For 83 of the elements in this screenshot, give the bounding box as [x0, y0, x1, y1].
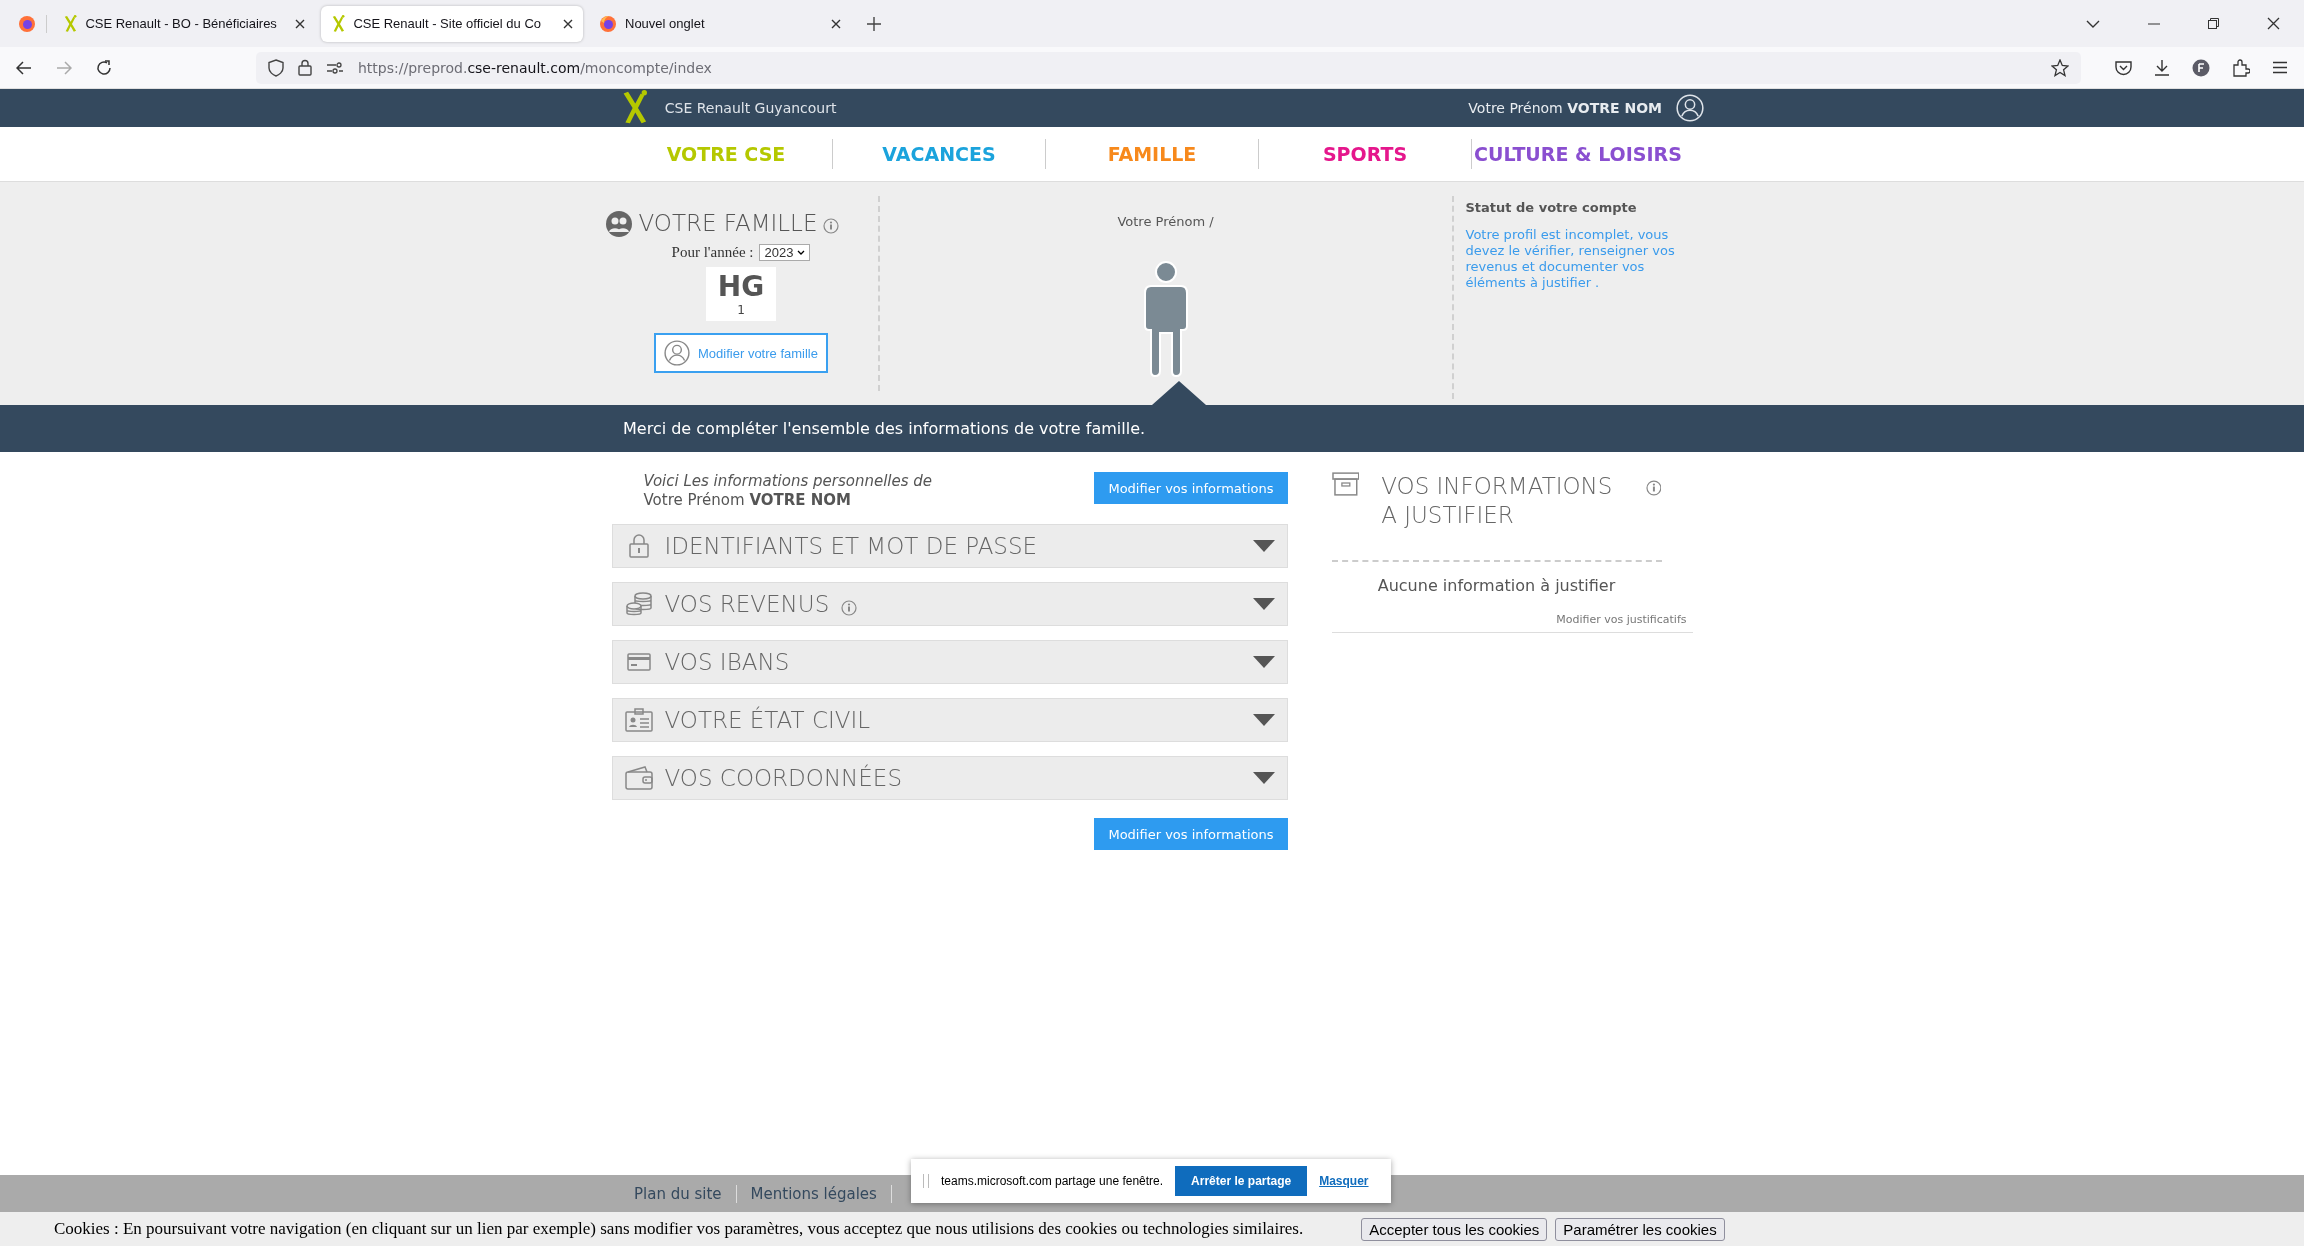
status-title: Statut de votre compte — [1465, 200, 1638, 215]
drag-handle[interactable] — [923, 1174, 929, 1188]
cookie-settings-button[interactable]: Paramétrer les cookies — [1555, 1217, 1725, 1241]
empty-message: Aucune information à justifier — [1376, 576, 1617, 595]
hide-link[interactable]: Masquer — [1319, 1174, 1369, 1188]
user-name[interactable]: Votre Prénom VOTRE NOM — [1468, 100, 1662, 116]
address-bar[interactable]: https://preprod.cse-renault.com/moncompte/index — [256, 51, 2081, 84]
profile-icon[interactable] — [2192, 58, 2210, 77]
url-text: https://preprod.cse-renault.com/moncompte/index — [358, 59, 713, 76]
accept-cookies-button[interactable]: Accepter tous les cookies — [1361, 1217, 1548, 1241]
info-icon[interactable] — [823, 218, 840, 234]
stop-sharing-button[interactable]: Arrêter le partage — [1175, 1166, 1308, 1196]
user-icon — [664, 340, 691, 366]
family-icon — [604, 210, 633, 238]
caret-icon[interactable] — [1252, 714, 1275, 726]
card-icon — [626, 653, 651, 671]
close-icon[interactable] — [295, 18, 305, 29]
accordion-header[interactable]: VOS IBANS — [611, 640, 1288, 684]
back-icon[interactable] — [16, 60, 32, 75]
accordion-header[interactable]: VOTRE ÉTAT CIVIL — [611, 698, 1288, 742]
browser-tab[interactable]: CSE Renault - BO - Bénéficiaires — [53, 5, 315, 42]
caret-icon[interactable] — [1252, 772, 1275, 784]
person-figure-icon — [1142, 261, 1189, 377]
close-icon[interactable] — [563, 18, 573, 29]
edit-family-button[interactable]: Modifier votre famille — [654, 333, 828, 373]
logo-icon — [331, 14, 346, 33]
nav-link[interactable]: SPORTS — [1259, 139, 1472, 169]
padlock-icon — [626, 533, 651, 559]
wallet-icon — [624, 766, 653, 790]
info-icon[interactable] — [841, 600, 858, 616]
browser-tab[interactable]: CSE Renault - Site officiel du Co — [321, 5, 583, 42]
section-title: VOS INFORMATIONS A JUSTIFIER — [1381, 472, 1614, 530]
footer-link[interactable]: Plan du site — [620, 1184, 737, 1203]
plus-icon[interactable] — [867, 16, 881, 31]
edit-info-button[interactable]: Modifier vos informations — [1094, 472, 1288, 504]
star-icon[interactable] — [2051, 58, 2069, 77]
banner-message: Merci de compléter l'ensemble des informations de votre famille. — [623, 419, 1146, 438]
site-name[interactable]: CSE Renault Guyancourt — [664, 100, 837, 116]
shield-icon[interactable] — [268, 58, 284, 77]
edit-documents-link[interactable]: Modifier vos justificatifs — [1556, 613, 1687, 626]
browser-logo-icon — [599, 14, 617, 33]
footer-link[interactable]: Mentions légales — [736, 1184, 892, 1203]
nav-link[interactable]: CULTURE & LOISIRS — [1472, 139, 1684, 169]
accordion-header[interactable]: VOS COORDONNÉES — [611, 756, 1288, 800]
menu-icon[interactable] — [2272, 61, 2288, 74]
year-select[interactable]: 2023 — [759, 244, 811, 261]
cookie-notice: Cookies : En poursuivant votre navigation (en cliquant sur un lien par exemple) sans modifier vos paramètres, vous acceptez que nous utilisions des cookies ou technologies similaires. — [54, 1219, 1304, 1239]
caret-icon[interactable] — [1252, 598, 1275, 610]
caret-icon[interactable] — [1252, 540, 1275, 552]
user-icon — [1676, 94, 1704, 122]
close-icon[interactable] — [2267, 17, 2280, 30]
restore-icon[interactable] — [2208, 18, 2219, 29]
accordion-header[interactable]: VOS REVENUS — [611, 582, 1288, 626]
puzzle-icon[interactable] — [2232, 58, 2250, 77]
permissions-icon[interactable] — [326, 61, 344, 74]
accordion-header[interactable]: IDENTIFIANTS ET MOT DE PASSE — [611, 524, 1288, 568]
section-title: VOTRE FAMILLE — [638, 210, 818, 236]
minimize-icon[interactable] — [2148, 22, 2160, 25]
logo-icon — [63, 14, 78, 33]
member-card[interactable]: HG 1 — [706, 267, 776, 321]
coins-icon — [624, 591, 653, 617]
caret-icon[interactable] — [1252, 656, 1275, 668]
member-count: 1 — [737, 303, 745, 317]
browser-logo-icon[interactable] — [18, 14, 36, 33]
info-icon[interactable] — [1645, 480, 1662, 496]
member-initials: HG — [717, 271, 765, 303]
intro-text: Voici Les informations personnelles de Votre Prénom VOTRE NOM — [643, 472, 933, 510]
chevron-down-icon[interactable] — [2086, 19, 2100, 28]
status-message[interactable]: Votre profil est incomplet, vous devez le vérifier, renseigner vos revenus et documenter vos éléments à justifier . — [1465, 227, 1676, 291]
download-icon[interactable] — [2154, 59, 2170, 76]
nav-link[interactable]: VACANCES — [833, 139, 1046, 169]
close-icon[interactable] — [831, 18, 841, 29]
edit-info-button[interactable]: Modifier vos informations — [1094, 818, 1288, 850]
browser-tab[interactable]: Nouvel onglet — [589, 5, 851, 42]
sharing-message: teams.microsoft.com partage une fenêtre. — [941, 1174, 1164, 1188]
archive-box-icon — [1331, 472, 1360, 496]
pocket-icon[interactable] — [2115, 59, 2132, 76]
padlock-icon[interactable] — [298, 59, 312, 76]
reload-icon[interactable] — [96, 59, 112, 76]
year-label: Pour l'année : — [671, 244, 754, 261]
caret-icon — [797, 250, 806, 255]
profile-name: Votre Prénom / — [1117, 214, 1214, 229]
id-card-icon — [624, 708, 653, 732]
